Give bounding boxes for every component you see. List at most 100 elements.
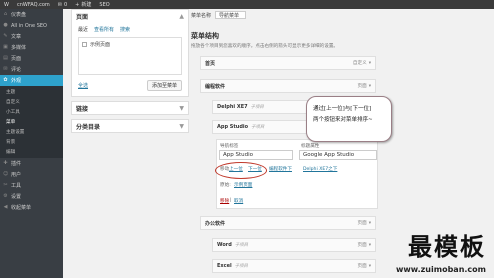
categories-box-title: 分类目录 bbox=[76, 123, 101, 131]
submenu-background[interactable]: 背景 bbox=[0, 137, 63, 147]
pages-icon: ▤ bbox=[3, 55, 8, 61]
sidebar-item-users[interactable]: ☺ 用户 bbox=[0, 169, 63, 180]
menu-item-title: Excel bbox=[217, 263, 232, 269]
collapse-arrow-icon[interactable]: ▲ bbox=[179, 13, 184, 20]
expand-arrow-icon[interactable]: ▼ bbox=[179, 123, 184, 130]
menu-item-title: 办公软件 bbox=[205, 220, 226, 227]
highlight-ellipse bbox=[215, 162, 267, 179]
menu-structure-column: 菜单名称 导航菜单 菜单结构 拖放各个项目到您喜欢的顺序。点击右侧的箭头可显示更… bbox=[191, 9, 449, 49]
menu-item-word[interactable]: Word 子项目 页面 ▾ bbox=[212, 238, 376, 252]
sidebar-item-label: 工具 bbox=[11, 183, 22, 189]
sidebar-item-plugins[interactable]: ✚ 插件 bbox=[0, 158, 63, 169]
page-checkbox[interactable] bbox=[82, 42, 87, 47]
comments-count: 0 bbox=[63, 1, 68, 8]
menu-item-programming[interactable]: 编程软件 页面 ▾ bbox=[200, 79, 376, 93]
cancel-link[interactable]: 取消 bbox=[234, 198, 243, 204]
plus-icon: + bbox=[75, 1, 80, 8]
sidebar-item-collapse[interactable]: ◀ 收起菜单 bbox=[0, 202, 63, 213]
sidebar-item-seo[interactable]: ● All in One SEO bbox=[0, 20, 63, 31]
callout-line-1: 通过[上一位]与[下一位] bbox=[313, 106, 372, 112]
menu-structure-title: 菜单结构 bbox=[191, 32, 219, 40]
submenu-theme-settings[interactable]: 主题设置 bbox=[0, 127, 63, 137]
title-attr-input[interactable]: Google App Studio bbox=[299, 150, 377, 160]
sidebar-item-pages[interactable]: ▤ 页面 bbox=[0, 53, 63, 64]
original-label: 原始: bbox=[220, 183, 231, 188]
chevron-down-icon[interactable]: ▾ bbox=[369, 243, 371, 248]
tab-search[interactable]: 搜索 bbox=[120, 26, 130, 33]
menu-item-office[interactable]: 办公软件 页面 ▾ bbox=[200, 216, 376, 230]
sub-item-label: 子项目 bbox=[251, 125, 265, 130]
sub-item-label: 子项目 bbox=[234, 243, 249, 248]
menu-name-row: 菜单名称 导航菜单 bbox=[191, 9, 449, 21]
nav-label-input[interactable]: App Studio bbox=[219, 150, 293, 160]
submenu-customize[interactable]: 自定义 bbox=[0, 97, 63, 107]
admin-bar: W cnWFAQ.com ✉ 0 + 新建 SEO bbox=[0, 0, 494, 9]
sidebar-item-media[interactable]: ▣ 多媒体 bbox=[0, 42, 63, 53]
tab-view-all[interactable]: 查看所有 bbox=[94, 26, 114, 33]
categories-box-header[interactable]: 分类目录 ▼ bbox=[72, 120, 188, 132]
sidebar-item-label: 多媒体 bbox=[11, 45, 27, 51]
original-link[interactable]: 示例页面 bbox=[234, 182, 252, 188]
sidebar-item-label: 评论 bbox=[11, 67, 22, 73]
chevron-down-icon[interactable]: ▾ bbox=[369, 264, 371, 269]
chevron-down-icon[interactable]: ▾ bbox=[369, 61, 371, 66]
pages-box: 页面 ▲ 最近 查看所有 搜索 示例页面 全选 添加至菜单 bbox=[71, 9, 189, 97]
sidebar-item-label: 收起菜单 bbox=[11, 205, 32, 211]
tools-icon: ✂ bbox=[3, 182, 8, 188]
sidebar-item-label: 页面 bbox=[11, 56, 22, 62]
move-out-link[interactable]: 编程软件下 bbox=[269, 166, 292, 172]
sidebar-item-settings[interactable]: ⚙ 设置 bbox=[0, 191, 63, 202]
sidebar-item-tools[interactable]: ✂ 工具 bbox=[0, 180, 63, 191]
posts-icon: ✎ bbox=[3, 33, 8, 39]
watermark-url: www.zuimoban.com bbox=[395, 265, 486, 274]
menu-name-input[interactable]: 导航菜单 bbox=[215, 11, 247, 19]
menu-item-type: 页面 bbox=[357, 221, 367, 226]
site-name-link[interactable]: cnWFAQ.com bbox=[17, 2, 50, 8]
seo-link[interactable]: SEO bbox=[99, 2, 109, 8]
menu-item-excel[interactable]: Excel 子项目 页面 ▾ bbox=[212, 259, 376, 273]
collapse-icon: ◀ bbox=[3, 204, 8, 210]
wordpress-logo-icon[interactable]: W bbox=[4, 2, 9, 8]
appearance-submenu: 主题 自定义 小工具 菜单 主题设置 背景 编辑 bbox=[0, 86, 63, 158]
chevron-down-icon[interactable]: ▾ bbox=[369, 221, 371, 226]
links-box: 链接 ▼ bbox=[71, 101, 189, 115]
pages-box-header[interactable]: 页面 ▲ bbox=[72, 10, 188, 22]
submenu-widgets[interactable]: 小工具 bbox=[0, 107, 63, 117]
menu-item-home[interactable]: 首页 自定义 ▾ bbox=[200, 56, 376, 70]
sidebar-item-posts[interactable]: ✎ 文章 bbox=[0, 31, 63, 42]
seo-icon: ● bbox=[3, 22, 8, 28]
new-content-link[interactable]: + 新建 bbox=[75, 1, 91, 9]
remove-link[interactable]: 移除 bbox=[220, 198, 229, 204]
sidebar-item-label: 文章 bbox=[11, 34, 22, 40]
links-box-header[interactable]: 链接 ▼ bbox=[72, 102, 188, 114]
comments-link[interactable]: ✉ 0 bbox=[58, 2, 67, 8]
chevron-down-icon[interactable]: ▾ bbox=[369, 84, 371, 89]
move-under-link[interactable]: Delphi XE7之下 bbox=[303, 166, 337, 172]
sidebar-item-appearance[interactable]: ✿ 外观 bbox=[0, 75, 63, 86]
sidebar-item-label: 仪表盘 bbox=[11, 12, 27, 18]
menu-item-type: 自定义 bbox=[352, 61, 367, 66]
menu-item-type: 页面 bbox=[357, 243, 367, 248]
sidebar-item-label: 插件 bbox=[11, 161, 22, 167]
sidebar-item-comments[interactable]: ✉ 评论 bbox=[0, 64, 63, 75]
pages-box-title: 页面 bbox=[76, 13, 89, 21]
menu-item-title: App Studio bbox=[217, 124, 249, 130]
pages-list: 示例页面 bbox=[78, 37, 182, 75]
watermark-text: 最模板 bbox=[408, 232, 486, 261]
sub-item-label: 子项目 bbox=[234, 264, 248, 269]
title-attr-label: 标题属性 bbox=[301, 144, 320, 149]
submenu-themes[interactable]: 主题 bbox=[0, 87, 63, 97]
nav-label-label: 导航标签 bbox=[220, 144, 239, 149]
sidebar-item-label: 外观 bbox=[11, 78, 22, 84]
sidebar-item-dashboard[interactable]: ⌂ 仪表盘 bbox=[0, 9, 63, 20]
expand-arrow-icon[interactable]: ▼ bbox=[179, 105, 184, 112]
select-all-link[interactable]: 全选 bbox=[78, 82, 88, 89]
comment-icon: ✉ bbox=[57, 1, 62, 8]
add-to-menu-button[interactable]: 添加至菜单 bbox=[146, 80, 182, 91]
add-menu-items-column: 页面 ▲ 最近 查看所有 搜索 示例页面 全选 添加至菜单 链接 ▼ 分类目录 ▼ bbox=[71, 9, 189, 137]
menu-item-title: Word bbox=[217, 242, 232, 248]
submenu-menus[interactable]: 菜单 bbox=[0, 117, 63, 127]
pages-tabs: 最近 查看所有 搜索 bbox=[72, 22, 188, 35]
submenu-editor[interactable]: 编辑 bbox=[0, 147, 63, 157]
tab-recent[interactable]: 最近 bbox=[78, 26, 88, 33]
